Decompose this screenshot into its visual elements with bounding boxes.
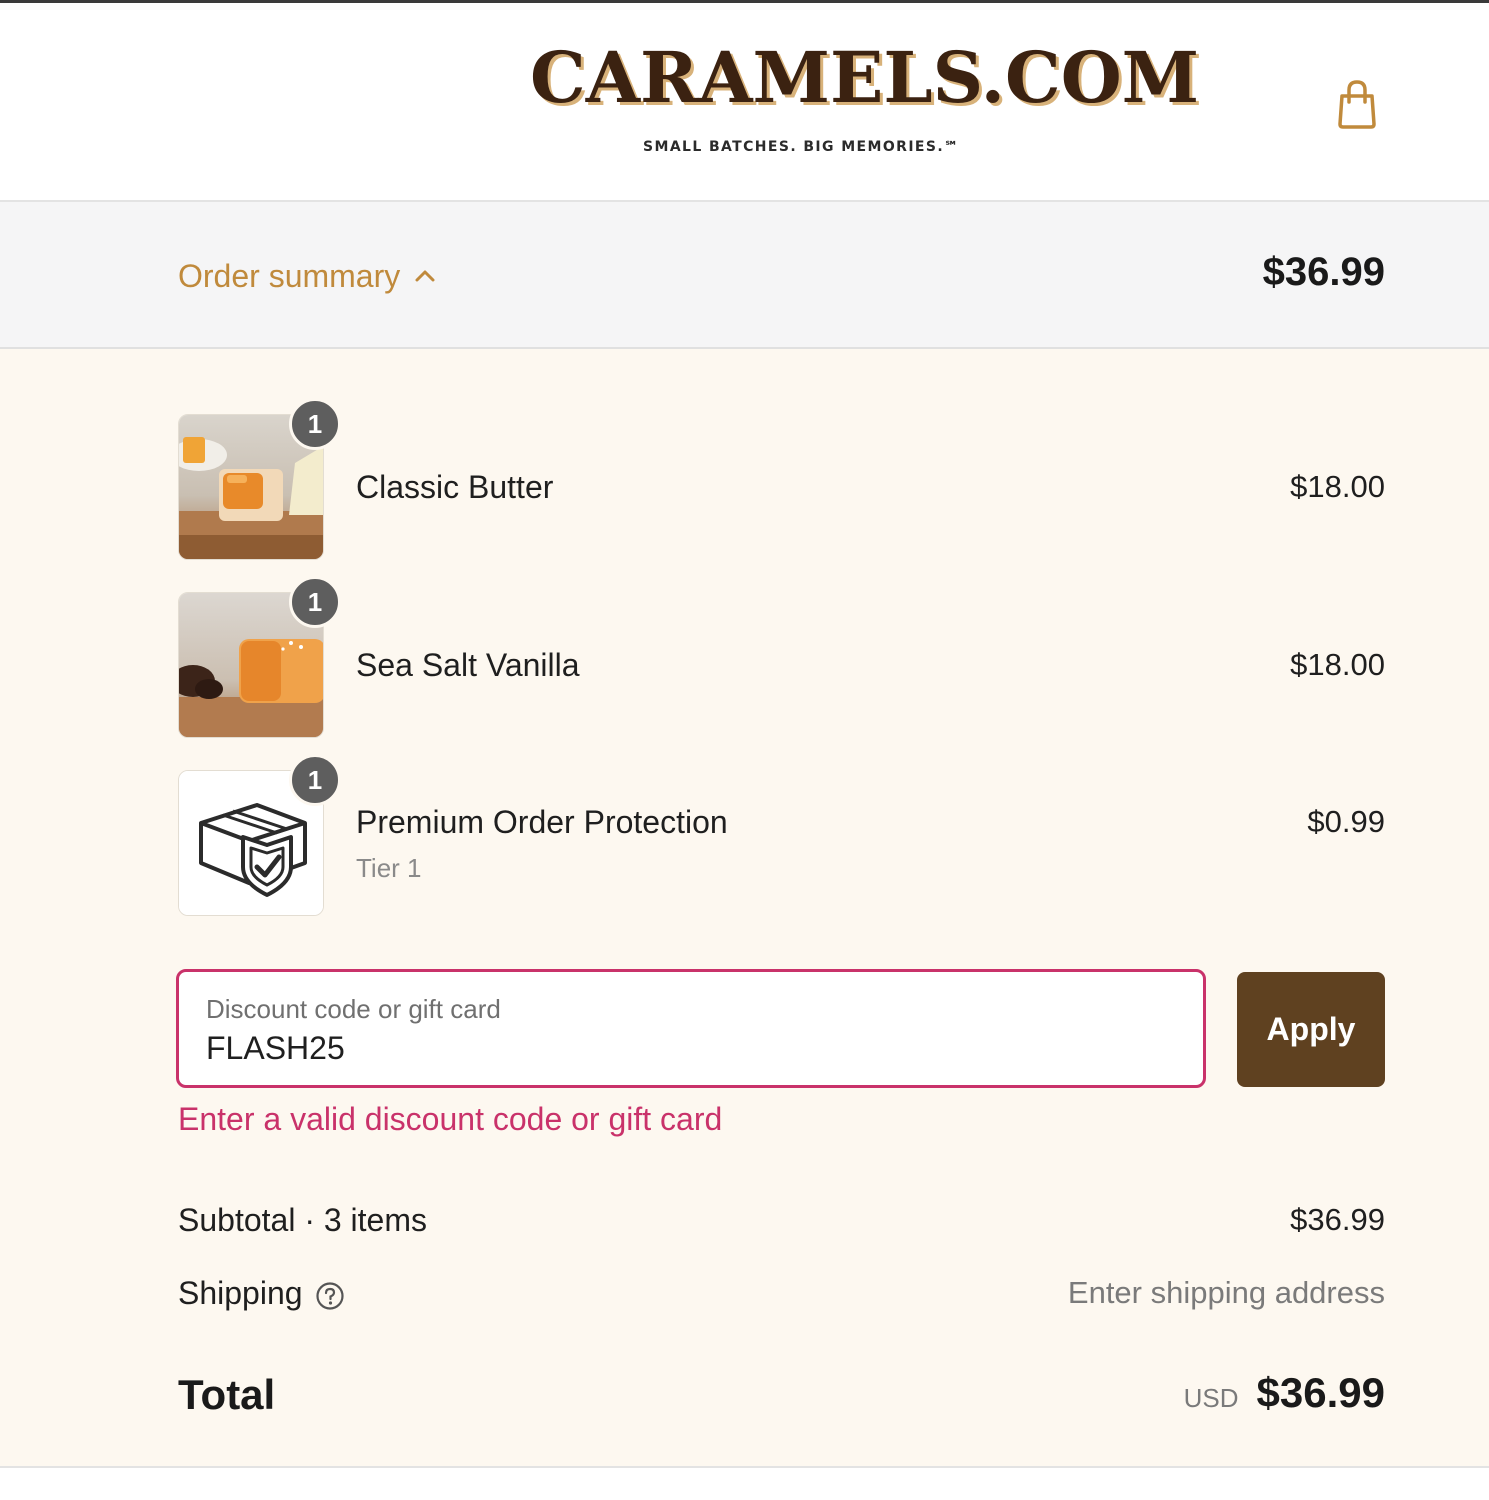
item-name: Premium Order Protection <box>356 804 728 840</box>
subtotal-value: $36.99 <box>1290 1202 1385 1237</box>
logo-wordmark: CARAMELS.COM <box>530 36 1200 119</box>
discount-field-label: Discount code or gift card <box>206 994 501 1024</box>
subtotal-label: Subtotal · 3 items <box>178 1202 427 1238</box>
total-value: $36.99 <box>1256 1369 1385 1416</box>
item-name: Classic Butter <box>356 469 554 505</box>
total-label: Total <box>178 1371 276 1418</box>
total-amount: USD $36.99 <box>1184 1369 1385 1417</box>
shopping-bag-icon <box>1338 80 1376 129</box>
item-name: Sea Salt Vanilla <box>356 647 580 683</box>
site-header: CARAMELS.COM SMALL BATCHES. BIG MEMORIES… <box>0 3 1489 202</box>
currency-code: USD <box>1183 1383 1239 1413</box>
shipping-value: Enter shipping address <box>1067 1275 1385 1310</box>
caramels-logo[interactable]: CARAMELS.COM SMALL BATCHES. BIG MEMORIES… <box>530 43 1199 168</box>
chevron-up-icon <box>415 270 435 282</box>
help-circle-icon[interactable] <box>315 1281 345 1311</box>
discount-error-message: Enter a valid discount code or gift card <box>178 1101 723 1137</box>
discount-field[interactable]: Discount code or gift card <box>176 969 1206 1088</box>
summary-total: $36.99 <box>1262 250 1385 294</box>
item-price: $18.00 <box>1290 469 1385 504</box>
apply-button[interactable]: Apply <box>1237 972 1385 1087</box>
quantity-badge: 1 <box>289 576 341 628</box>
line-item: 1 Sea Salt Vanilla $18.00 <box>178 576 1385 738</box>
quantity-badge: 1 <box>289 398 341 450</box>
cart-button[interactable] <box>1334 78 1380 130</box>
discount-code-input[interactable] <box>206 1030 1166 1067</box>
order-summary-toggle[interactable]: Order summary <box>178 254 436 298</box>
line-item: 1 Premium Order Protection Tier 1 $0.99 <box>178 754 1385 916</box>
shipping-label: Shipping <box>178 1275 303 1311</box>
shipping-row: Shipping <box>178 1275 345 1312</box>
logo-tagline: SMALL BATCHES. BIG MEMORIES.℠ <box>643 139 960 155</box>
quantity-badge: 1 <box>289 754 341 806</box>
order-summary-bar: Order summary $36.99 <box>0 202 1489 349</box>
item-price: $0.99 <box>1307 804 1385 839</box>
line-item: 1 Classic Butter $18.00 <box>178 398 1385 560</box>
order-summary-label: Order summary <box>178 257 401 294</box>
item-variant: Tier 1 <box>356 853 422 883</box>
order-summary-panel: 1 Classic Butter $18.00 1 Sea Salt Vanil… <box>0 349 1489 1468</box>
item-price: $18.00 <box>1290 647 1385 682</box>
